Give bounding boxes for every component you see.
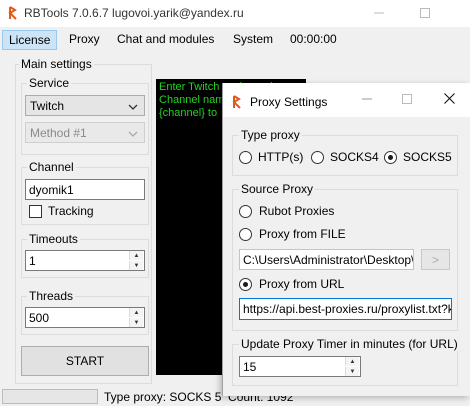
source-proxy-label: Source Proxy bbox=[239, 182, 316, 196]
method-select[interactable]: Method #1 bbox=[25, 122, 145, 143]
dialog-close-button[interactable] bbox=[427, 83, 470, 117]
session-timer: 00:00:00 bbox=[290, 32, 337, 46]
spin-up-icon[interactable]: ▲ bbox=[345, 357, 359, 366]
radio-rubot-proxies[interactable] bbox=[239, 205, 252, 218]
chevron-down-icon bbox=[128, 128, 138, 138]
app-logo-icon bbox=[8, 6, 18, 20]
threads-label: Threads bbox=[27, 289, 76, 303]
chevron-down-icon bbox=[128, 101, 138, 111]
spin-up-icon[interactable]: ▲ bbox=[129, 308, 143, 317]
radio-socks4-label: SOCKS4 bbox=[330, 150, 379, 164]
maximize-icon bbox=[402, 93, 412, 107]
radio-http-label: HTTP(s) bbox=[258, 150, 304, 164]
proxy-url-input[interactable]: https://api.best-proxies.ru/proxylist.tx… bbox=[239, 298, 452, 320]
menu-proxy[interactable]: Proxy bbox=[63, 30, 106, 50]
proxy-file-path-input[interactable]: C:\Users\Administrator\Desktop\htt bbox=[239, 249, 414, 270]
channel-label: Channel bbox=[27, 160, 76, 174]
radio-socks5-label: SOCKS5 bbox=[403, 150, 452, 164]
app-logo-icon bbox=[232, 95, 242, 109]
radio-proxy-from-file[interactable] bbox=[239, 228, 252, 241]
maximize-button[interactable] bbox=[402, 0, 448, 27]
minimize-button[interactable] bbox=[356, 0, 402, 27]
dialog-title: Proxy Settings bbox=[250, 95, 328, 109]
dialog-minimize-button[interactable] bbox=[347, 83, 387, 117]
spin-down-icon[interactable]: ▼ bbox=[129, 318, 143, 327]
browse-file-button[interactable]: > bbox=[421, 249, 450, 270]
dialog-title-bar[interactable]: Proxy Settings bbox=[223, 83, 470, 117]
service-group bbox=[21, 83, 149, 155]
dialog-maximize-button[interactable] bbox=[387, 83, 427, 117]
update-timer-label: Update Proxy Timer in minutes (for URL) bbox=[239, 337, 460, 351]
spin-down-icon[interactable]: ▼ bbox=[345, 367, 359, 376]
main-settings-label: Main settings bbox=[19, 57, 94, 71]
radio-proxy-from-url-label: Proxy from URL bbox=[259, 277, 345, 291]
spin-up-icon[interactable]: ▲ bbox=[129, 251, 143, 260]
proxy-settings-dialog: Proxy Settings Type proxy HTTP(s) SOCKS4… bbox=[222, 83, 470, 396]
threads-stepper[interactable]: 500 ▲ ▼ bbox=[25, 307, 145, 328]
radio-http[interactable] bbox=[239, 151, 252, 164]
start-button[interactable]: START bbox=[21, 346, 149, 376]
spin-down-icon[interactable]: ▼ bbox=[129, 261, 143, 270]
menu-system[interactable]: System bbox=[227, 30, 279, 50]
window-title: RBTools 7.0.6.7 lugovoi.yarik@yandex.ru bbox=[24, 6, 244, 20]
tracking-label: Tracking bbox=[48, 204, 94, 218]
radio-socks5[interactable] bbox=[384, 151, 397, 164]
minimize-icon bbox=[362, 93, 372, 107]
main-title-bar[interactable]: RBTools 7.0.6.7 lugovoi.yarik@yandex.ru bbox=[0, 0, 470, 27]
method-value: Method #1 bbox=[30, 125, 87, 140]
radio-rubot-proxies-label: Rubot Proxies bbox=[259, 204, 335, 218]
close-icon bbox=[443, 93, 455, 107]
service-value: Twitch bbox=[30, 98, 65, 113]
service-label: Service bbox=[27, 76, 72, 90]
timeouts-value: 1 bbox=[29, 254, 36, 268]
radio-proxy-from-url[interactable] bbox=[239, 278, 252, 291]
progress-bar bbox=[2, 389, 98, 404]
service-select[interactable]: Twitch bbox=[25, 95, 145, 116]
timeouts-stepper[interactable]: 1 ▲ ▼ bbox=[25, 250, 145, 271]
timeouts-label: Timeouts bbox=[27, 232, 80, 246]
maximize-icon bbox=[420, 7, 430, 21]
radio-socks4[interactable] bbox=[311, 151, 324, 164]
tracking-checkbox[interactable] bbox=[29, 205, 42, 218]
update-timer-stepper[interactable]: 15 ▲ ▼ bbox=[239, 356, 361, 377]
channel-input[interactable]: dyomik1 bbox=[25, 179, 145, 200]
update-timer-value: 15 bbox=[243, 360, 257, 374]
radio-proxy-from-file-label: Proxy from FILE bbox=[259, 227, 346, 241]
menu-chat-and-modules[interactable]: Chat and modules bbox=[111, 30, 220, 50]
menu-license[interactable]: License bbox=[2, 30, 58, 50]
threads-value: 500 bbox=[29, 311, 50, 325]
type-proxy-label: Type proxy bbox=[239, 128, 302, 142]
menu-bar: License Proxy Chat and modules System 00… bbox=[0, 27, 470, 53]
minimize-icon bbox=[374, 7, 384, 21]
